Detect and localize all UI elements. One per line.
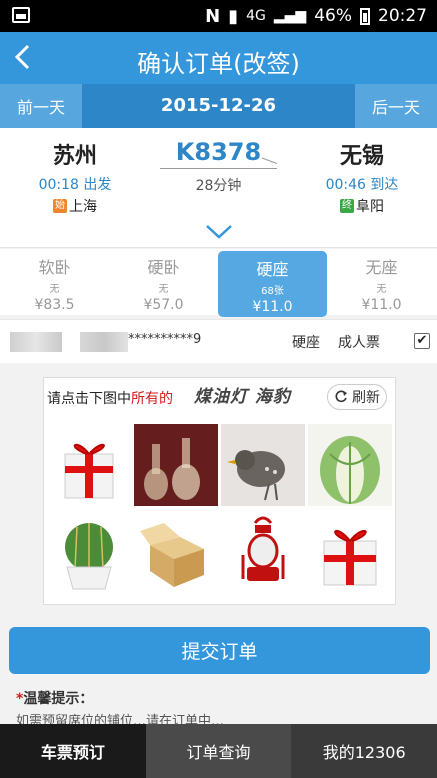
seat-price: ¥11.0 [252, 299, 293, 315]
seat-class-selector: 软卧 无 ¥83.5 硬卧 无 ¥57.0 硬座 68张 ¥11.0 无座 无 … [0, 249, 437, 317]
train-info-card: 苏州 00:18 出发 始 上海 K8378 28分钟 无锡 00:46 到达 … [0, 128, 437, 216]
seat-count: 无 [376, 284, 387, 295]
arrival-name: 无锡 [339, 144, 384, 169]
departure-station: 苏州 00:18 出发 始 上海 [15, 138, 135, 216]
seat-option-hard-sleeper[interactable]: 硬卧 无 ¥57.0 [109, 249, 218, 315]
passenger-checkbox[interactable]: ✔ [414, 333, 430, 349]
captcha-tile-glass-vases[interactable] [134, 424, 218, 506]
tips-title-text: 温馨提示： [23, 691, 94, 707]
seat-type: 硬卧 [147, 258, 180, 277]
seat-count: 无 [158, 284, 169, 295]
tab-ticket-booking[interactable]: 车票预订 [0, 724, 146, 778]
seat-price: ¥11.0 [361, 297, 402, 313]
captcha-refresh-button[interactable]: 刷新 [327, 384, 387, 410]
passenger-seat-type: 硬座 [292, 335, 320, 351]
expand-stops-button[interactable] [0, 216, 437, 248]
captcha-tile-gift-box[interactable] [47, 424, 131, 506]
battery-percent: 46% [314, 6, 352, 26]
next-day-button[interactable]: 后一天 [355, 84, 437, 128]
departure-time: 00:18 出发 [38, 177, 112, 193]
captcha-tile-oil-lamp[interactable] [221, 509, 305, 591]
battery-icon [360, 7, 370, 25]
terminal-station: 终 阜阳 [302, 196, 422, 216]
seat-type: 无座 [365, 258, 398, 277]
signal-icon: ▂▄▆ [273, 8, 307, 24]
captcha-grid [47, 424, 392, 591]
refresh-label: 刷新 [352, 390, 380, 406]
seat-count: 68张 [261, 286, 284, 297]
captcha-tile-bird[interactable] [221, 424, 305, 506]
seat-price: ¥57.0 [143, 297, 184, 313]
status-bar: N ▮ 4G ▂▄▆ 46% 20:27 [0, 0, 437, 32]
captcha-target-words: 煤油灯 海豹 [194, 387, 291, 407]
captcha-tile-gift-box-2[interactable] [308, 509, 392, 591]
submit-order-button[interactable]: 提交订单 [9, 627, 430, 674]
seat-option-hard-seat[interactable]: 硬座 68张 ¥11.0 [218, 251, 327, 317]
image-notification-icon [12, 7, 30, 23]
seat-type: 软卧 [38, 258, 71, 277]
tab-my-12306[interactable]: 我的12306 [291, 724, 437, 778]
train-number[interactable]: K8378 [160, 138, 277, 166]
terminal-name: 阜阳 [356, 199, 384, 215]
refresh-icon [335, 390, 347, 403]
page-title: 确认订单(改签) [137, 50, 300, 78]
passenger-row: **********9 硬座 成人票 ✔ [0, 319, 437, 363]
captcha-tile-cactus[interactable] [47, 509, 131, 591]
seat-price: ¥83.5 [34, 297, 75, 313]
redacted-id-prefix [80, 332, 128, 352]
prompt-highlight: 所有的 [131, 391, 173, 407]
date-bar: 前一天 2015-12-26 后一天 [0, 84, 437, 128]
redacted-name [10, 332, 62, 352]
tab-order-query[interactable]: 订单查询 [145, 724, 292, 778]
captcha-tile-cardboard-box[interactable] [134, 509, 218, 591]
sim-icon: ▮ [228, 5, 239, 27]
captcha-header: 请点击下图中所有的 煤油灯 海豹 刷新 [44, 378, 397, 416]
prompt-prefix: 请点击下图中 [47, 391, 131, 407]
captcha-panel: 请点击下图中所有的 煤油灯 海豹 刷新 [43, 377, 396, 605]
network-label: 4G [246, 8, 266, 24]
arrival-time: 00:46 到达 [325, 177, 399, 193]
departure-name: 苏州 [52, 144, 97, 169]
trip-duration: 28分钟 [195, 178, 242, 194]
origin-station: 始 上海 [15, 196, 135, 216]
passenger-id: **********9 [128, 332, 202, 347]
seat-type: 硬座 [256, 260, 289, 279]
seat-count: 无 [49, 284, 60, 295]
status-icons: N ▮ 4G ▂▄▆ 46% 20:27 [205, 0, 427, 32]
passenger-ticket-type: 成人票 [338, 335, 380, 351]
clock: 20:27 [378, 6, 427, 26]
start-badge: 始 [53, 199, 67, 213]
seat-option-no-seat[interactable]: 无座 无 ¥11.0 [327, 249, 436, 315]
arrival-station: 无锡 00:46 到达 终 阜阳 [302, 138, 422, 216]
captcha-prompt: 请点击下图中所有的 [47, 388, 173, 408]
bottom-tab-bar: 车票预订 订单查询 我的12306 [0, 724, 437, 778]
origin-name: 上海 [69, 199, 97, 215]
captcha-tile-cabbage[interactable] [308, 424, 392, 506]
route-arrow [160, 168, 277, 169]
tips-title: *温馨提示： [16, 688, 93, 708]
end-badge: 终 [340, 199, 354, 213]
seat-option-soft-sleeper[interactable]: 软卧 无 ¥83.5 [0, 249, 109, 315]
nfc-icon: N [205, 5, 221, 27]
chevron-down-icon [205, 224, 232, 239]
top-nav-bar: 确认订单(改签) [0, 32, 437, 84]
